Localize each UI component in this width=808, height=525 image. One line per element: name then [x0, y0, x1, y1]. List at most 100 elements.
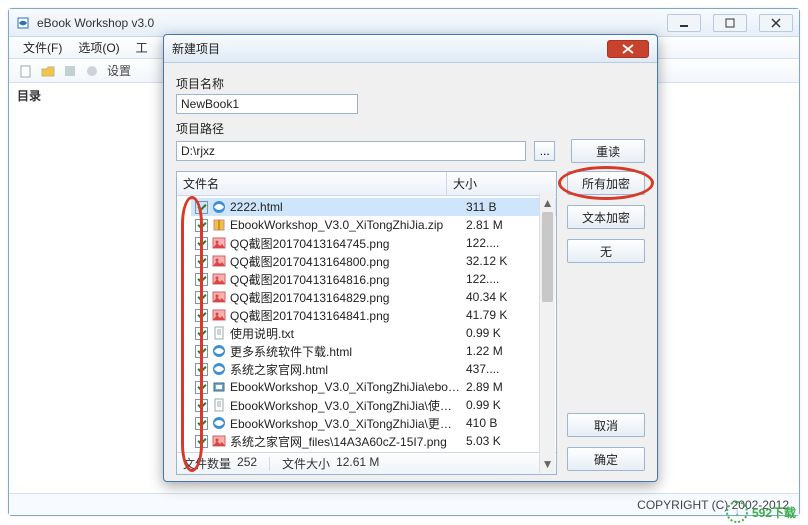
menu-tools[interactable]: 工 — [130, 37, 154, 58]
file-name: 2222.html — [230, 200, 462, 214]
none-button[interactable]: 无 — [567, 239, 645, 263]
table-row[interactable]: EbookWorkshop_V3.0_XiTongZhiJia\更多系统软件..… — [191, 414, 556, 432]
file-name: 更多系统软件下载.html — [230, 343, 462, 360]
file-name: 使用说明.txt — [230, 325, 462, 342]
project-name-label: 项目名称 — [176, 75, 645, 92]
file-name: EbookWorkshop_V3.0_XiTongZhiJia\使用说明.txt — [230, 397, 462, 414]
file-name: QQ截图20170413164800.png — [230, 253, 462, 270]
file-icon — [212, 290, 226, 304]
compile-icon[interactable] — [83, 62, 101, 80]
encrypt-text-button[interactable]: 文本加密 — [567, 205, 645, 229]
menu-file[interactable]: 文件(F) — [17, 37, 68, 58]
file-icon — [212, 362, 226, 376]
checkbox[interactable] — [195, 237, 208, 250]
file-size-label: 文件大小 — [282, 455, 330, 472]
file-icon — [212, 434, 226, 448]
dialog-titlebar[interactable]: 新建项目 — [164, 35, 657, 63]
checkbox[interactable] — [195, 255, 208, 268]
checkbox[interactable] — [195, 273, 208, 286]
file-size-value: 12.61 M — [336, 455, 379, 472]
file-icon — [212, 218, 226, 232]
file-count-label: 文件数量 — [183, 455, 231, 472]
brand-text: 592下载 — [752, 504, 796, 521]
project-name-input[interactable] — [176, 94, 358, 114]
file-count-value: 252 — [237, 455, 257, 472]
file-name: QQ截图20170413164745.png — [230, 235, 462, 252]
file-list-body[interactable]: 2222.html311 BEbookWorkshop_V3.0_XiTongZ… — [177, 196, 556, 452]
ok-button[interactable]: 确定 — [567, 447, 645, 471]
project-path-input[interactable] — [176, 141, 526, 161]
file-icon — [212, 326, 226, 340]
browse-button[interactable]: ... — [534, 141, 555, 161]
reread-button[interactable]: 重读 — [571, 139, 645, 163]
file-icon — [212, 416, 226, 430]
close-button[interactable] — [759, 14, 793, 32]
table-row[interactable]: EbookWorkshop_V3.0_XiTongZhiJia.zip2.81 … — [191, 216, 556, 234]
file-icon — [212, 344, 226, 358]
table-row[interactable]: 系统之家官网.html437.... — [191, 360, 556, 378]
toolbar-settings-label[interactable]: 设置 — [107, 62, 131, 79]
column-size[interactable]: 大小 — [447, 172, 556, 195]
minimize-button[interactable] — [667, 14, 701, 32]
file-name: 系统之家官网_files\14J593U20C0-16259.png — [230, 451, 462, 453]
checkbox[interactable] — [195, 435, 208, 448]
table-row[interactable]: 系统之家官网_files\14J593U20C0-16259.png4.42 K — [191, 450, 556, 452]
table-row[interactable]: EbookWorkshop_V3.0_XiTongZhiJia\ebook3.0… — [191, 378, 556, 396]
table-row[interactable]: QQ截图20170413164800.png32.12 K — [191, 252, 556, 270]
watermark-brand: ↓ 592下载 — [726, 501, 796, 523]
new-icon[interactable] — [17, 62, 35, 80]
table-row[interactable]: QQ截图20170413164745.png122.... — [191, 234, 556, 252]
dialog-close-button[interactable] — [607, 40, 649, 58]
checkbox[interactable] — [195, 399, 208, 412]
file-name: QQ截图20170413164829.png — [230, 289, 462, 306]
app-icon — [15, 15, 31, 31]
scroll-down-icon[interactable]: ▼ — [542, 457, 553, 471]
checkbox[interactable] — [195, 327, 208, 340]
file-list-status: 文件数量 252 文件大小 12.61 M — [177, 452, 556, 474]
table-row[interactable]: 更多系统软件下载.html1.22 M — [191, 342, 556, 360]
dialog-action-buttons: 取消 确定 — [567, 413, 645, 471]
main-titlebar[interactable]: eBook Workshop v3.0 — [9, 9, 799, 37]
scroll-up-icon[interactable]: ▲ — [542, 196, 553, 210]
checkbox[interactable] — [195, 309, 208, 322]
file-name: QQ截图20170413164841.png — [230, 307, 462, 324]
file-list: 文件名 大小 2222.html311 BEbookWorkshop_V3.0_… — [176, 171, 557, 475]
file-name: EbookWorkshop_V3.0_XiTongZhiJia\ebook3.0… — [230, 380, 462, 394]
file-name: EbookWorkshop_V3.0_XiTongZhiJia.zip — [230, 218, 462, 232]
table-row[interactable]: QQ截图20170413164816.png122.... — [191, 270, 556, 288]
maximize-button[interactable] — [713, 14, 747, 32]
file-icon — [212, 380, 226, 394]
scrollbar-thumb[interactable] — [542, 212, 553, 302]
checkbox[interactable] — [195, 363, 208, 376]
cancel-button[interactable]: 取消 — [567, 413, 645, 437]
checkbox[interactable] — [195, 291, 208, 304]
checkbox[interactable] — [195, 381, 208, 394]
file-icon — [212, 272, 226, 286]
file-name: 系统之家官网.html — [230, 361, 462, 378]
table-row[interactable]: 2222.html311 B — [191, 198, 556, 216]
encrypt-all-button[interactable]: 所有加密 — [567, 171, 645, 195]
table-row[interactable]: QQ截图20170413164829.png40.34 K — [191, 288, 556, 306]
statusbar: COPYRIGHT (C) 2002-2012 — [9, 493, 799, 515]
checkbox[interactable] — [195, 201, 208, 214]
file-icon — [212, 254, 226, 268]
checkbox[interactable] — [195, 345, 208, 358]
table-row[interactable]: 使用说明.txt0.99 K — [191, 324, 556, 342]
column-filename[interactable]: 文件名 — [177, 172, 447, 195]
table-row[interactable]: 系统之家官网_files\14A3A60cZ-15I7.png5.03 K — [191, 432, 556, 450]
scrollbar[interactable]: ▲ ▼ — [539, 194, 555, 473]
window-controls — [667, 14, 793, 32]
project-path-label: 项目路径 — [176, 120, 645, 137]
file-list-header: 文件名 大小 — [177, 172, 556, 196]
save-icon[interactable] — [61, 62, 79, 80]
table-row[interactable]: EbookWorkshop_V3.0_XiTongZhiJia\使用说明.txt… — [191, 396, 556, 414]
table-row[interactable]: QQ截图20170413164841.png41.79 K — [191, 306, 556, 324]
checkbox[interactable] — [195, 219, 208, 232]
file-name: 系统之家官网_files\14A3A60cZ-15I7.png — [230, 433, 462, 450]
checkbox[interactable] — [195, 417, 208, 430]
app-title: eBook Workshop v3.0 — [37, 16, 667, 30]
menu-options[interactable]: 选项(O) — [72, 37, 125, 58]
open-icon[interactable] — [39, 62, 57, 80]
file-icon — [212, 308, 226, 322]
download-icon: ↓ — [726, 501, 748, 523]
